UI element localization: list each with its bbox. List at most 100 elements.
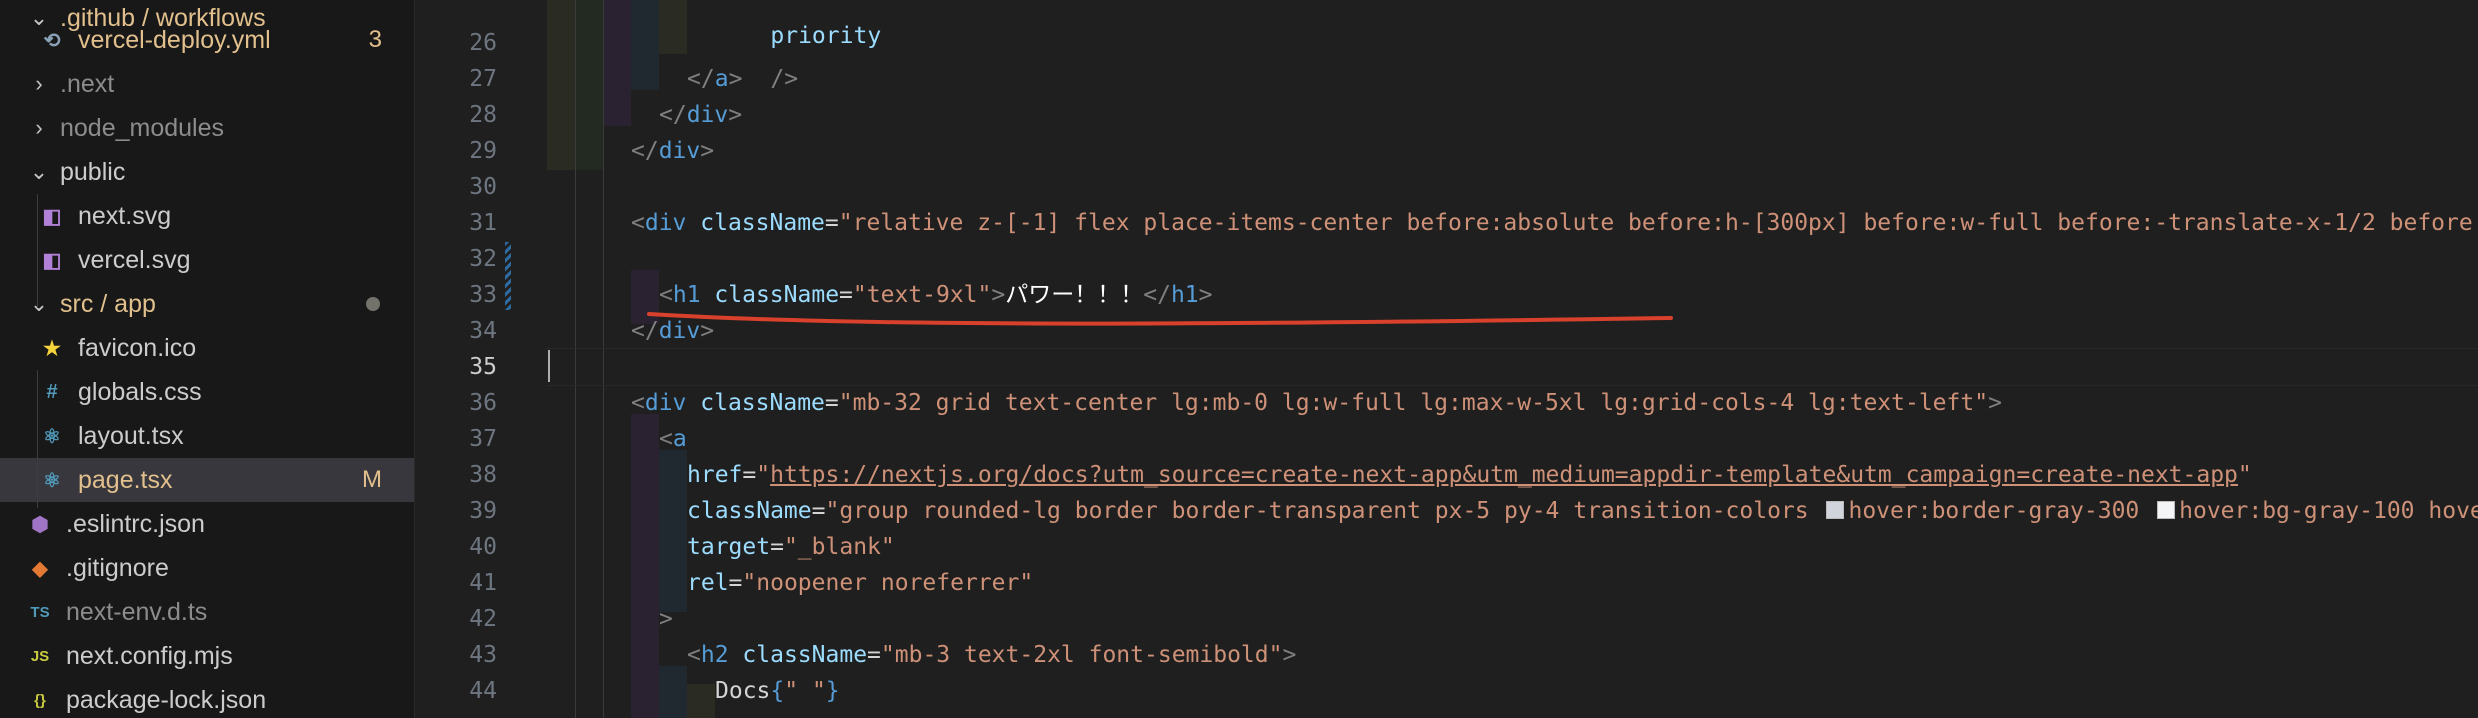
code-token: "text-9xl" xyxy=(852,282,992,308)
explorer-file[interactable]: ◧ next.svg xyxy=(0,194,414,238)
code-token: > xyxy=(700,318,715,344)
code-line-44: Docs{" "} xyxy=(715,673,840,709)
code-token: = xyxy=(742,462,757,488)
code-token: className xyxy=(700,390,825,416)
code-token: " xyxy=(2237,462,2252,488)
code-token: > xyxy=(700,138,715,164)
code-token: a xyxy=(672,426,687,452)
code-line-36: <div className="mb-32 grid text-center l… xyxy=(631,385,2002,421)
code-token: = xyxy=(728,570,743,596)
modified-dot-icon xyxy=(366,297,380,311)
code-token: < xyxy=(631,210,645,236)
explorer-item-label: node_modules xyxy=(60,113,225,142)
url-link[interactable]: https://nextjs.org/docs?utm_source=creat… xyxy=(770,462,2238,488)
explorer-file[interactable]: ⚛ page.tsx M xyxy=(0,458,414,502)
code-token: < xyxy=(659,426,673,452)
code-token: = xyxy=(867,642,881,668)
code-token: > xyxy=(1282,642,1297,668)
chevron-down-icon[interactable]: ⌄ xyxy=(28,291,50,317)
line-number: 42 xyxy=(469,606,497,632)
code-token: h1 xyxy=(672,282,701,308)
color-swatch[interactable] xyxy=(2157,501,2176,519)
chevron-right-icon[interactable]: › xyxy=(28,71,50,97)
line-number-gutter: 26 27 28 29 30 31 32 33 34 35 36 37 38 39 40 41 42 43 44 xyxy=(415,0,505,718)
indent-band xyxy=(631,0,659,90)
git-file-icon: ◆ xyxy=(32,557,48,580)
line-number: 38 xyxy=(469,462,497,488)
code-token: className xyxy=(714,282,840,308)
code-token: Docs xyxy=(715,678,771,704)
line-number: 39 xyxy=(469,498,497,524)
explorer-folder[interactable]: ⌄ src / app xyxy=(0,282,414,326)
explorer-item-label: .next xyxy=(60,69,115,98)
line-number: 37 xyxy=(469,426,497,452)
indent-band xyxy=(575,0,603,170)
explorer-file[interactable]: JS next.config.mjs xyxy=(0,634,414,678)
explorer-file[interactable]: {} package-lock.json xyxy=(0,678,414,718)
code-token: h2 xyxy=(700,642,729,668)
explorer-folder[interactable]: › node_modules xyxy=(0,106,414,150)
explorer-file[interactable]: ⬢ .eslintrc.json xyxy=(0,502,414,546)
problem-count-badge: 3 xyxy=(368,26,382,53)
code-token: a xyxy=(714,66,729,92)
line-number: 43 xyxy=(469,642,497,668)
line-number: 31 xyxy=(469,210,497,236)
code-token: "group rounded-lg border border-transpar… xyxy=(825,498,1823,524)
explorer-file[interactable]: ⟲ vercel-deploy.yml 3 xyxy=(0,18,414,62)
json-file-icon: {} xyxy=(34,691,46,709)
explorer-file[interactable]: # globals.css xyxy=(0,370,414,414)
code-token: "mb-32 grid text-center lg:mb-0 lg:w-ful… xyxy=(838,390,1989,416)
js-file-icon: JS xyxy=(30,647,50,665)
code-token: href xyxy=(687,462,743,488)
code-token: { xyxy=(770,678,785,704)
annotation-underline xyxy=(647,312,1673,326)
explorer-item-label: favicon.ico xyxy=(78,333,197,362)
code-token: "noopener noreferrer" xyxy=(742,570,1034,596)
chevron-down-icon[interactable]: ⌄ xyxy=(28,159,50,185)
code-token: div xyxy=(686,102,729,128)
tree-indent-guide xyxy=(37,194,38,308)
react-file-icon: ⚛ xyxy=(43,425,61,448)
code-line-31: <div className="relative z-[-1] flex pla… xyxy=(631,205,2478,241)
line-number: 40 xyxy=(469,534,497,560)
code-token: " xyxy=(756,462,771,488)
code-token: = xyxy=(824,390,839,416)
explorer-folder[interactable]: ⌄ public xyxy=(0,150,414,194)
indent-band xyxy=(687,684,715,718)
explorer-file[interactable]: ◆ .gitignore xyxy=(0,546,414,590)
explorer-file[interactable]: ◧ vercel.svg xyxy=(0,238,414,282)
code-token: /> xyxy=(770,66,799,92)
chevron-right-icon[interactable]: › xyxy=(28,115,50,141)
eslint-file-icon: ⬢ xyxy=(31,513,49,536)
explorer-file[interactable]: TS next-env.d.ts xyxy=(0,590,414,634)
react-file-icon: ⚛ xyxy=(43,469,61,492)
code-line-37: <a xyxy=(659,421,687,457)
modified-badge: M xyxy=(362,466,382,493)
line-number: 41 xyxy=(469,570,497,596)
color-swatch[interactable] xyxy=(1826,501,1845,519)
code-token: div xyxy=(644,390,687,416)
code-line-40: target="_blank" xyxy=(687,529,895,565)
code-line-28: </div> xyxy=(659,97,742,133)
explorer-item-label: src / app xyxy=(60,289,156,318)
explorer-item-label: next.config.mjs xyxy=(66,641,233,670)
explorer-file[interactable]: ⚛ layout.tsx xyxy=(0,414,414,458)
code-token: < xyxy=(659,282,673,308)
explorer-file[interactable]: ★ favicon.ico xyxy=(0,326,414,370)
ts-file-icon: TS xyxy=(30,603,50,621)
explorer-folder[interactable]: › .next xyxy=(0,62,414,106)
explorer-item-label: package-lock.json xyxy=(66,685,267,714)
svg-file-icon: ◧ xyxy=(42,249,62,272)
line-number: 36 xyxy=(469,390,497,416)
code-token: </ xyxy=(631,318,659,344)
git-modified-marker xyxy=(505,242,511,310)
code-editor[interactable]: 26 27 28 29 30 31 32 33 34 35 36 37 38 39 40 41 42 43 44 p… xyxy=(415,0,2478,718)
explorer-item-label: next.svg xyxy=(78,201,172,230)
line-number: 32 xyxy=(469,246,497,272)
code-line-39: className="group rounded-lg border borde… xyxy=(687,493,2478,529)
explorer-item-label: vercel.svg xyxy=(78,245,191,274)
explorer-item-label: globals.css xyxy=(78,377,202,406)
line-number: 33 xyxy=(469,282,497,308)
code-token: rel xyxy=(687,570,729,596)
code-token: target xyxy=(687,534,771,560)
